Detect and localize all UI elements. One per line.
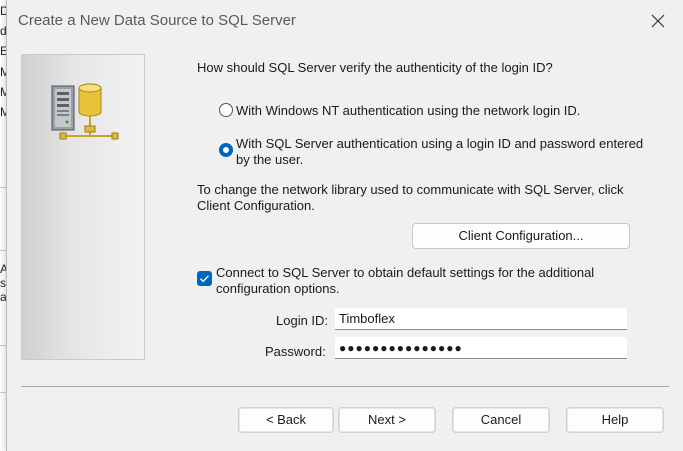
network-note-line1: To change the network library used to co…	[197, 182, 624, 197]
cancel-button[interactable]: Cancel	[452, 407, 550, 433]
password-input[interactable]: ●●●●●●●●●●●●●●●	[335, 337, 627, 359]
close-icon[interactable]	[647, 10, 669, 32]
connect-checkbox-label-line2[interactable]: configuration options.	[216, 281, 340, 296]
checkmark-icon	[200, 275, 210, 283]
login-id-label: Login ID:	[276, 313, 329, 328]
connect-checkbox-label-line1[interactable]: Connect to SQL Server to obtain default …	[216, 265, 594, 280]
title-bar: Create a New Data Source to SQL Server	[7, 0, 683, 42]
wizard-image-panel	[21, 54, 145, 360]
help-button[interactable]: Help	[566, 407, 664, 433]
auth-question: How should SQL Server verify the authent…	[197, 60, 553, 75]
windows-auth-radio[interactable]	[219, 103, 233, 117]
sql-server-dsn-dialog: Create a New Data Source to SQL Server H…	[6, 0, 683, 451]
password-label: Password:	[265, 344, 326, 359]
sql-auth-label-line1[interactable]: With SQL Server authentication using a l…	[236, 136, 643, 151]
sql-auth-radio[interactable]	[219, 143, 233, 157]
back-button[interactable]: < Back	[238, 407, 334, 433]
sql-auth-label-line2[interactable]: by the user.	[236, 152, 303, 167]
database-server-icon	[51, 83, 119, 140]
network-note-line2: Client Configuration.	[197, 198, 315, 213]
windows-auth-label[interactable]: With Windows NT authentication using the…	[236, 103, 580, 118]
button-divider	[21, 386, 669, 387]
connect-checkbox[interactable]	[197, 271, 212, 286]
dialog-title: Create a New Data Source to SQL Server	[18, 12, 296, 29]
login-id-input[interactable]: Timboflex	[335, 308, 627, 330]
next-button[interactable]: Next >	[338, 407, 436, 433]
client-configuration-button[interactable]: Client Configuration...	[412, 223, 630, 249]
